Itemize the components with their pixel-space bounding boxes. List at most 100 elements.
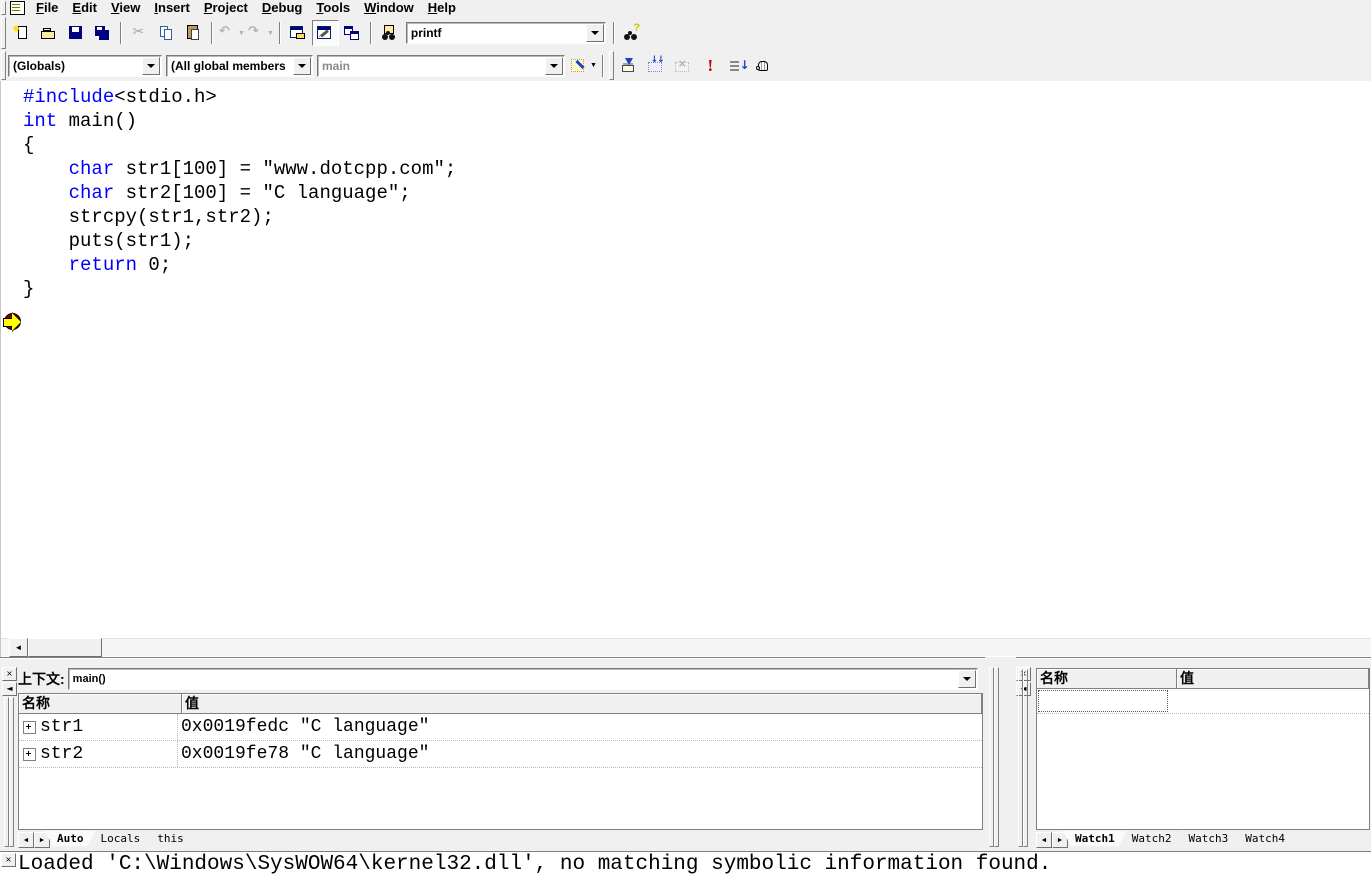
new-file-button[interactable] — [8, 20, 35, 46]
watch-grid[interactable]: 名称值 — [1036, 668, 1370, 830]
tab-watch3[interactable]: Watch3 — [1177, 831, 1241, 846]
go-button[interactable] — [724, 53, 751, 79]
column-header-value[interactable]: 值 — [182, 694, 982, 713]
expand-icon[interactable] — [23, 748, 36, 761]
tab-locals[interactable]: Locals — [89, 831, 153, 846]
class-wizard-icon — [570, 58, 588, 74]
class-scope-combo[interactable]: (Globals) — [8, 55, 162, 77]
tab-auto[interactable]: Auto — [45, 831, 96, 846]
code-line: } — [23, 277, 456, 301]
build-toolbar-gripper[interactable] — [609, 51, 614, 80]
toolbar-separator — [211, 22, 213, 44]
editor-horizontal-scrollbar[interactable]: ◄ — [1, 638, 1371, 656]
output-pane-button[interactable] — [312, 20, 339, 46]
toolbar-separator — [279, 22, 281, 44]
column-header-name[interactable]: 名称 — [1037, 669, 1177, 688]
menu-tools[interactable]: Tools — [309, 0, 357, 16]
redo-dropdown-arrow[interactable]: ▼ — [267, 30, 274, 37]
function-combo-value: main — [318, 59, 545, 73]
function-combo-dropdown-button[interactable] — [545, 57, 563, 75]
scroll-left-button[interactable]: ◄ — [9, 638, 28, 657]
compile-icon — [620, 58, 638, 74]
column-header-value[interactable]: 值 — [1177, 669, 1369, 688]
paste-button[interactable] — [180, 20, 207, 46]
tab-watch1[interactable]: Watch1 — [1063, 831, 1127, 846]
toolbar2-gripper[interactable] — [1, 51, 6, 80]
wizard-actions-button[interactable]: ▼ — [569, 53, 598, 79]
search-in-files-button[interactable] — [619, 20, 646, 46]
wizard-dropdown-arrow[interactable]: ▼ — [590, 62, 597, 69]
cut-button[interactable] — [126, 20, 153, 46]
cut-icon — [131, 25, 149, 41]
tabs-scroll-left-icon[interactable]: ◄ — [18, 832, 34, 848]
menu-debug[interactable]: Debug — [255, 0, 309, 16]
execute-program-button[interactable] — [697, 53, 724, 79]
variables-tab-bar: ◄ ► AutoLocalsthis — [18, 831, 983, 849]
close-icon[interactable]: × — [1, 853, 16, 867]
save-button[interactable] — [62, 20, 89, 46]
debug-docking-area: × ◄ 上下文: main() 名称值 str10x0019fedc ″C la… — [0, 657, 1371, 852]
find-in-files-button[interactable] — [376, 20, 403, 46]
code-line: puts(str1); — [23, 229, 456, 253]
undo-dropdown-arrow[interactable]: ▼ — [238, 30, 245, 37]
toggle-breakpoint-icon — [755, 58, 773, 74]
panel-splitter[interactable] — [985, 657, 1016, 851]
watch-new-row[interactable] — [1037, 689, 1369, 714]
toggle-breakpoint-button[interactable] — [751, 53, 778, 79]
column-header-name[interactable]: 名称 — [19, 694, 182, 713]
context-combo[interactable]: main() — [68, 668, 978, 690]
build-button[interactable] — [643, 53, 670, 79]
scrollbar-thumb[interactable] — [28, 638, 102, 657]
code-editor[interactable]: #include<stdio.h>int main(){ char str1[1… — [0, 81, 1371, 657]
open-icon — [40, 25, 58, 41]
menu-file[interactable]: File — [29, 0, 65, 16]
code-text: #include<stdio.h>int main(){ char str1[1… — [23, 85, 456, 301]
expand-icon[interactable] — [23, 721, 36, 734]
undo-button[interactable]: ▼ — [217, 20, 246, 46]
variable-row[interactable]: str20x0019fe78 ″C language″ — [19, 741, 982, 768]
tab-watch4[interactable]: Watch4 — [1233, 831, 1297, 846]
workspace-button[interactable] — [285, 20, 312, 46]
function-combo[interactable]: main — [317, 55, 565, 77]
breakpoint-margin[interactable] — [1, 81, 21, 637]
members-combo-dropdown-button[interactable] — [293, 57, 311, 75]
close-icon[interactable]: × — [2, 667, 17, 681]
cascade-windows-button[interactable] — [339, 20, 366, 46]
variable-row[interactable]: str10x0019fedc ″C language″ — [19, 714, 982, 741]
menubar-gripper[interactable] — [1, 1, 6, 15]
collapse-icon[interactable]: ◄ — [2, 682, 17, 696]
workspace-icon — [289, 25, 307, 41]
menu-window[interactable]: Window — [357, 0, 421, 16]
watch-name-input[interactable] — [1038, 690, 1168, 712]
tabs-scroll-left-icon[interactable]: ◄ — [1036, 832, 1052, 848]
menu-insert[interactable]: Insert — [147, 0, 196, 16]
context-combo-dropdown-button[interactable] — [958, 670, 976, 688]
save-all-button[interactable] — [89, 20, 116, 46]
menu-help[interactable]: Help — [421, 0, 463, 16]
variables-grid[interactable]: 名称值 str10x0019fedc ″C language″str20x001… — [18, 693, 983, 830]
watch-window: × ◄ 名称值 ◄ ► Watch1Watch2Watch3Watch4 — [1016, 667, 1371, 849]
build-icon — [647, 58, 665, 74]
execute-program-icon — [701, 58, 719, 74]
variables-gripper[interactable] — [9, 697, 14, 847]
find-combo-dropdown-button[interactable] — [586, 24, 604, 42]
copy-button[interactable] — [153, 20, 180, 46]
tab-this[interactable]: this — [145, 831, 196, 846]
toolbar1-gripper[interactable] — [1, 17, 6, 49]
open-button[interactable] — [35, 20, 62, 46]
members-combo[interactable]: (All global members — [166, 55, 313, 77]
class-scope-value: (Globals) — [9, 59, 142, 73]
watch-gripper[interactable] — [1023, 669, 1028, 847]
class-scope-dropdown-button[interactable] — [142, 57, 160, 75]
menu-project[interactable]: Project — [197, 0, 255, 16]
menu-edit[interactable]: Edit — [65, 0, 104, 16]
redo-button[interactable]: ▼ — [246, 20, 275, 46]
toolbar-separator — [613, 22, 615, 44]
document-system-icon[interactable] — [10, 1, 25, 15]
tab-watch2[interactable]: Watch2 — [1120, 831, 1184, 846]
stop-build-button[interactable] — [670, 53, 697, 79]
compile-button[interactable] — [616, 53, 643, 79]
find-combo[interactable]: printf — [406, 22, 606, 44]
menu-view[interactable]: View — [104, 0, 147, 16]
find-combo-value: printf — [407, 26, 586, 40]
